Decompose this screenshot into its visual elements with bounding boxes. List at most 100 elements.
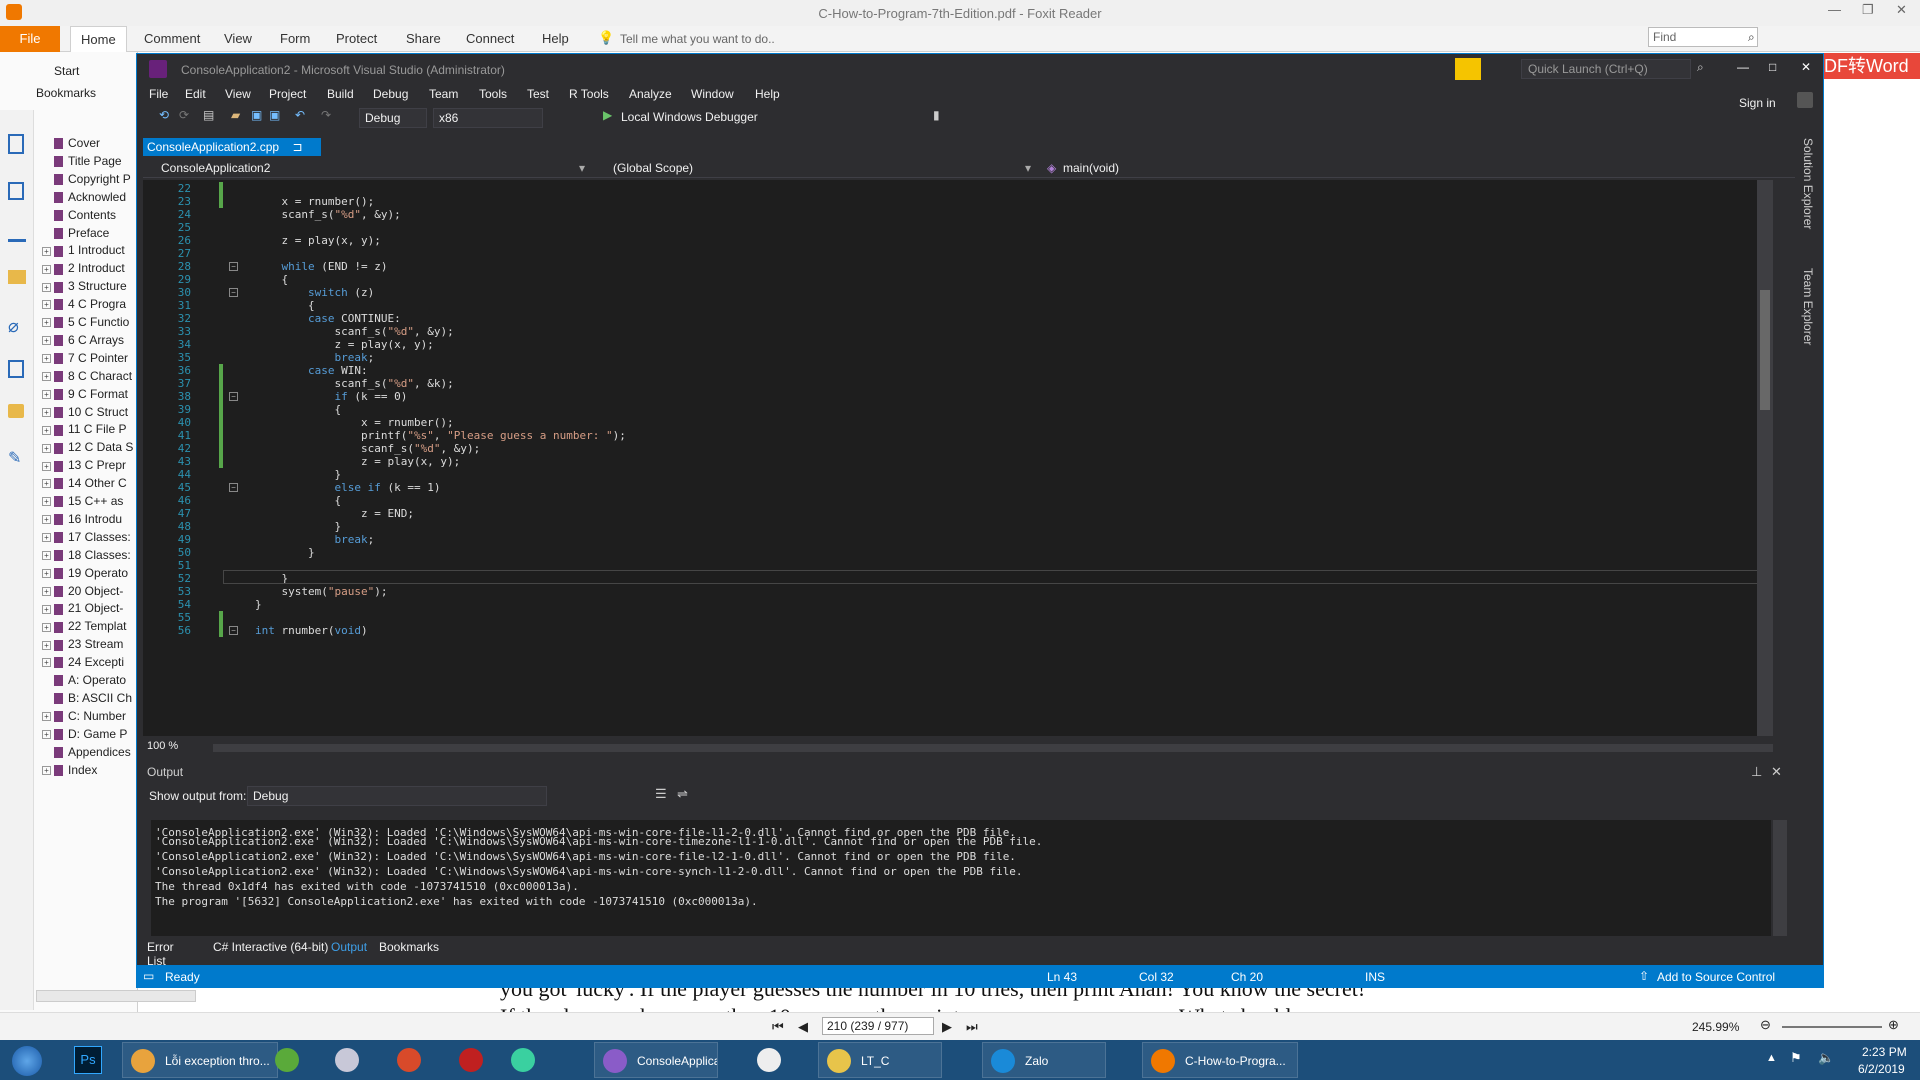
back-icon[interactable]: ⟲ (159, 108, 169, 122)
tab-csharp-interactive[interactable]: C# Interactive (64-bit) (213, 940, 328, 954)
code-line[interactable]: } (255, 546, 315, 559)
output-scrollbar[interactable] (1773, 820, 1787, 936)
foxit-tab-form[interactable]: Form (270, 26, 320, 52)
page-number-input[interactable]: 210 (239 / 977) (822, 1017, 934, 1035)
word-wrap-icon[interactable]: ⇌ (677, 786, 688, 802)
output-text[interactable]: 'ConsoleApplication2.exe' (Win32): Loade… (151, 820, 1771, 936)
save-icon[interactable]: ▣ (251, 108, 262, 122)
bookmark-item[interactable]: Copyright P (42, 170, 138, 188)
pin-icon[interactable]: ⊥ (1751, 764, 1762, 780)
code-line[interactable]: { (255, 403, 341, 416)
bookmark-item[interactable]: + C: Number (42, 707, 138, 725)
code-line[interactable]: case WIN: (255, 364, 368, 377)
collapse-icon[interactable]: − (229, 288, 238, 297)
collapse-icon[interactable]: − (229, 392, 238, 401)
bookmark-item[interactable]: +17 Classes: (42, 528, 138, 546)
taskbar-item[interactable]: Zalo (982, 1042, 1106, 1078)
expand-icon[interactable]: + (42, 407, 51, 417)
volume-icon[interactable]: 🔈 (1818, 1050, 1834, 1066)
code-line[interactable]: x = rnumber(); (255, 195, 374, 208)
taskbar-item[interactable]: ConsoleApplicati... (594, 1042, 718, 1078)
code-line[interactable]: switch (z) (255, 286, 374, 299)
collapse-icon[interactable]: − (229, 626, 238, 635)
expand-icon[interactable]: + (42, 443, 51, 453)
expand-icon[interactable]: + (42, 461, 51, 471)
bookmark-icon[interactable] (8, 134, 24, 154)
expand-icon[interactable]: + (42, 568, 51, 578)
redo-icon[interactable]: ↷ (321, 108, 331, 122)
debugger-button[interactable]: Local Windows Debugger (621, 110, 758, 124)
menu-window[interactable]: Window (691, 87, 734, 101)
bookmark-item[interactable]: +14 Other C (42, 474, 138, 492)
taskbar-item[interactable] (744, 1042, 798, 1078)
close-icon[interactable]: ✕ (1801, 60, 1811, 74)
expand-icon[interactable]: + (42, 479, 51, 489)
pdf-to-word-banner[interactable]: DF转Word (1820, 53, 1920, 79)
foxit-file-tab[interactable]: File (0, 26, 60, 52)
bookmark-item[interactable]: Title Page (42, 152, 138, 170)
menu-team[interactable]: Team (429, 87, 458, 101)
code-line[interactable]: case CONTINUE: (255, 312, 401, 325)
play-icon[interactable]: ▶ (603, 108, 612, 122)
code-line[interactable]: } (255, 520, 341, 533)
expand-icon[interactable]: + (42, 264, 51, 274)
filter-icon[interactable] (1455, 58, 1481, 80)
menu-r-tools[interactable]: R Tools (569, 87, 609, 101)
code-line[interactable]: scanf_s("%d", &y); (255, 442, 480, 455)
taskbar-item[interactable] (446, 1042, 500, 1078)
start-tab[interactable]: Start (54, 64, 79, 78)
bookmark-item[interactable]: +22 Templat (42, 617, 138, 635)
bookmark-item[interactable]: +3 Structure (42, 277, 138, 295)
expand-icon[interactable]: + (42, 282, 51, 292)
function-dropdown[interactable]: main(void) (1063, 161, 1119, 175)
foxit-tab-connect[interactable]: Connect (456, 26, 524, 52)
expand-icon[interactable]: + (42, 336, 51, 346)
tab-output[interactable]: Output (331, 940, 367, 954)
team-explorer-tab[interactable]: Team Explorer (1801, 268, 1815, 345)
bookmark-item[interactable]: +2 Introduct (42, 259, 138, 277)
code-line[interactable]: printf("%s", "Please guess a number: "); (255, 429, 626, 442)
menu-file[interactable]: File (149, 87, 168, 101)
tray-up-icon[interactable]: ▲ (1766, 1052, 1777, 1064)
code-line[interactable]: system("pause"); (255, 585, 387, 598)
first-page-icon[interactable]: ⏮ (772, 1019, 784, 1035)
foxit-tab-protect[interactable]: Protect (326, 26, 387, 52)
flag-icon[interactable]: ⚑ (1790, 1050, 1802, 1066)
code-line[interactable]: else if (k == 1) (255, 481, 440, 494)
bookmark-item[interactable]: +12 C Data S (42, 438, 138, 456)
last-page-icon[interactable]: ⏭ (966, 1019, 978, 1035)
tab-error-list[interactable]: Error List (147, 940, 174, 968)
bookmark-item[interactable]: +21 Object- (42, 599, 138, 617)
bookmark-item[interactable]: Acknowled (42, 188, 138, 206)
taskbar-item[interactable] (322, 1042, 376, 1078)
comment-icon[interactable] (8, 270, 26, 284)
code-line[interactable]: { (255, 273, 288, 286)
menu-debug[interactable]: Debug (373, 87, 408, 101)
code-line[interactable]: } (255, 598, 262, 611)
code-line[interactable]: int rnumber(void) (255, 624, 368, 637)
bookmark-item[interactable]: +16 Introdu (42, 510, 138, 528)
code-line[interactable]: x = rnumber(); (255, 416, 454, 429)
bookmark-item[interactable]: Preface (42, 224, 138, 242)
maximize-icon[interactable]: □ (1769, 60, 1776, 74)
bookmark-item[interactable]: +4 C Progra (42, 295, 138, 313)
bookmark-item[interactable]: +7 C Pointer (42, 349, 138, 367)
save-all-icon[interactable]: ▣ (269, 108, 280, 122)
scrollbar-thumb[interactable] (1760, 290, 1770, 410)
undo-icon[interactable]: ↶ (295, 108, 305, 122)
taskbar-item[interactable] (262, 1042, 316, 1078)
config-dropdown[interactable]: Debug (359, 108, 427, 128)
solution-explorer-tab[interactable]: Solution Explorer (1801, 138, 1815, 229)
menu-tools[interactable]: Tools (479, 87, 507, 101)
foxit-tab-help[interactable]: Help (532, 26, 579, 52)
code-line[interactable]: z = play(x, y); (255, 234, 380, 247)
prev-page-icon[interactable]: ◀ (798, 1019, 808, 1035)
attachment-icon[interactable]: ⌀ (8, 316, 19, 337)
bookmark-item[interactable]: +13 C Prepr (42, 456, 138, 474)
clock-date[interactable]: 6/2/2019 (1858, 1062, 1905, 1076)
expand-icon[interactable]: + (42, 604, 51, 614)
tab-bookmarks[interactable]: Bookmarks (379, 940, 439, 954)
bookmark-toolbar-icon[interactable]: ▮ (933, 108, 940, 122)
bookmark-item[interactable]: +15 C++ as (42, 492, 138, 510)
clear-output-icon[interactable]: ☰ (655, 786, 667, 802)
